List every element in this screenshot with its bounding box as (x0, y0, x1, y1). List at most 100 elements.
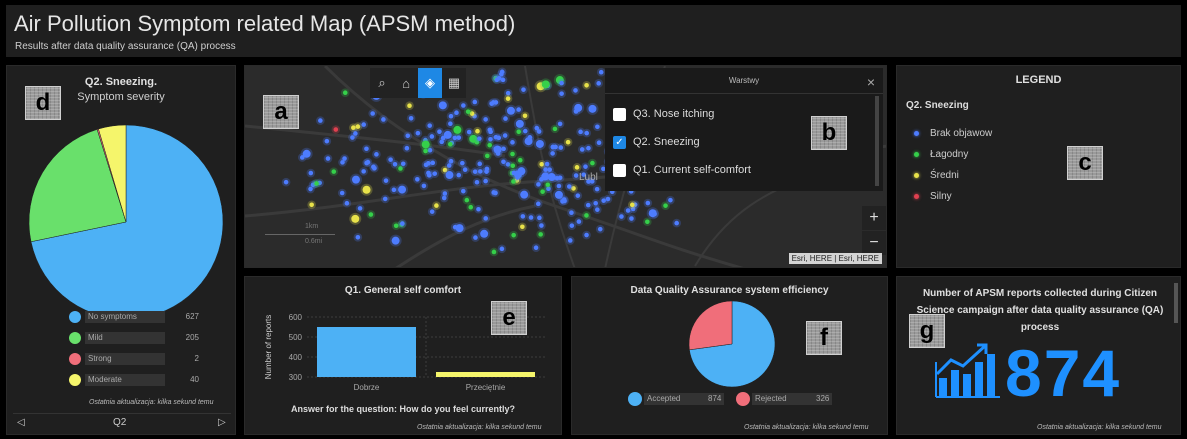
report-point[interactable] (382, 196, 388, 202)
report-point[interactable] (496, 135, 502, 141)
report-point[interactable] (475, 128, 480, 134)
report-point[interactable] (545, 182, 551, 188)
report-point[interactable] (578, 129, 583, 135)
report-point[interactable] (597, 226, 603, 232)
report-point[interactable] (283, 179, 289, 185)
report-point[interactable] (484, 153, 490, 159)
layers-scrollbar[interactable] (875, 96, 879, 186)
report-point[interactable] (314, 181, 319, 186)
report-point[interactable] (351, 175, 360, 184)
report-point[interactable] (595, 124, 600, 130)
report-point[interactable] (601, 198, 606, 203)
report-point[interactable] (447, 141, 453, 147)
report-point[interactable] (619, 214, 624, 219)
pie-legend-item[interactable]: Strong 2 (69, 353, 199, 365)
report-point[interactable] (593, 200, 598, 206)
report-point[interactable] (427, 123, 433, 128)
report-point[interactable] (405, 133, 411, 139)
chevron-left-icon[interactable]: ◁ (17, 417, 25, 428)
report-point[interactable] (541, 172, 550, 181)
report-point[interactable] (437, 129, 442, 134)
report-point[interactable] (453, 125, 462, 134)
report-point[interactable] (503, 116, 508, 121)
report-point[interactable] (445, 171, 454, 180)
report-point[interactable] (499, 71, 504, 77)
report-point[interactable] (448, 121, 453, 127)
report-point[interactable] (299, 155, 305, 160)
report-point[interactable] (309, 202, 314, 208)
report-point[interactable] (520, 214, 526, 219)
report-point[interactable] (461, 188, 466, 194)
report-point[interactable] (362, 185, 371, 194)
report-point[interactable] (398, 185, 407, 194)
report-point[interactable] (594, 186, 600, 192)
report-point[interactable] (574, 103, 583, 112)
pie-legend-item[interactable]: Moderate 40 (69, 374, 199, 386)
report-point[interactable] (505, 96, 511, 101)
report-point[interactable] (556, 183, 562, 189)
report-point[interactable] (351, 214, 360, 223)
close-icon[interactable]: × (867, 74, 875, 90)
report-point[interactable] (468, 204, 474, 210)
report-point[interactable] (344, 200, 350, 206)
report-point[interactable] (480, 229, 489, 238)
report-point[interactable] (522, 128, 528, 134)
report-point[interactable] (527, 135, 533, 140)
report-point[interactable] (645, 200, 651, 206)
report-point[interactable] (429, 209, 435, 214)
report-point[interactable] (472, 169, 478, 174)
report-point[interactable] (368, 212, 374, 217)
report-point[interactable] (408, 115, 414, 121)
report-point[interactable] (598, 69, 604, 75)
report-point[interactable] (629, 216, 634, 221)
report-point[interactable] (461, 103, 466, 108)
report-point[interactable] (477, 136, 482, 141)
report-point[interactable] (464, 197, 470, 203)
bar-2[interactable] (436, 372, 535, 377)
report-point[interactable] (502, 133, 508, 138)
report-point[interactable] (554, 175, 560, 181)
report-point[interactable] (474, 179, 480, 185)
layers-icon[interactable]: ◈ (418, 68, 442, 98)
map-attribution[interactable]: Esri, HERE | Esri, HERE (788, 253, 882, 264)
report-point[interactable] (324, 138, 330, 144)
report-point[interactable] (559, 80, 564, 86)
report-point[interactable] (364, 146, 369, 152)
report-point[interactable] (536, 129, 542, 134)
report-point[interactable] (483, 178, 488, 184)
report-point[interactable] (648, 209, 657, 218)
zoom-in-button[interactable]: + (862, 206, 886, 230)
report-point[interactable] (569, 223, 575, 228)
report-point[interactable] (440, 135, 446, 141)
report-point[interactable] (663, 203, 668, 208)
report-point[interactable] (596, 140, 602, 145)
report-point[interactable] (483, 117, 488, 122)
report-point[interactable] (491, 249, 497, 255)
report-point[interactable] (573, 88, 578, 93)
report-point[interactable] (583, 164, 588, 169)
report-point[interactable] (465, 109, 471, 114)
report-point[interactable] (516, 107, 521, 112)
report-point[interactable] (452, 135, 458, 141)
report-point[interactable] (391, 187, 397, 193)
report-point[interactable] (404, 145, 410, 151)
report-point[interactable] (558, 145, 564, 150)
report-point[interactable] (421, 183, 427, 189)
report-point[interactable] (584, 213, 589, 218)
report-point[interactable] (629, 202, 635, 208)
report-point[interactable] (446, 163, 452, 168)
report-point[interactable] (645, 219, 650, 225)
report-point[interactable] (588, 104, 597, 113)
report-point[interactable] (365, 159, 371, 165)
report-point[interactable] (538, 232, 543, 237)
report-point[interactable] (557, 121, 563, 127)
report-point[interactable] (493, 100, 499, 105)
search-icon[interactable]: ⌕ (370, 68, 394, 98)
report-point[interactable] (400, 161, 406, 167)
report-point[interactable] (567, 238, 573, 243)
report-point[interactable] (579, 147, 585, 152)
report-point[interactable] (584, 232, 589, 238)
report-point[interactable] (574, 165, 580, 170)
report-point[interactable] (576, 219, 582, 224)
report-point[interactable] (460, 160, 465, 166)
